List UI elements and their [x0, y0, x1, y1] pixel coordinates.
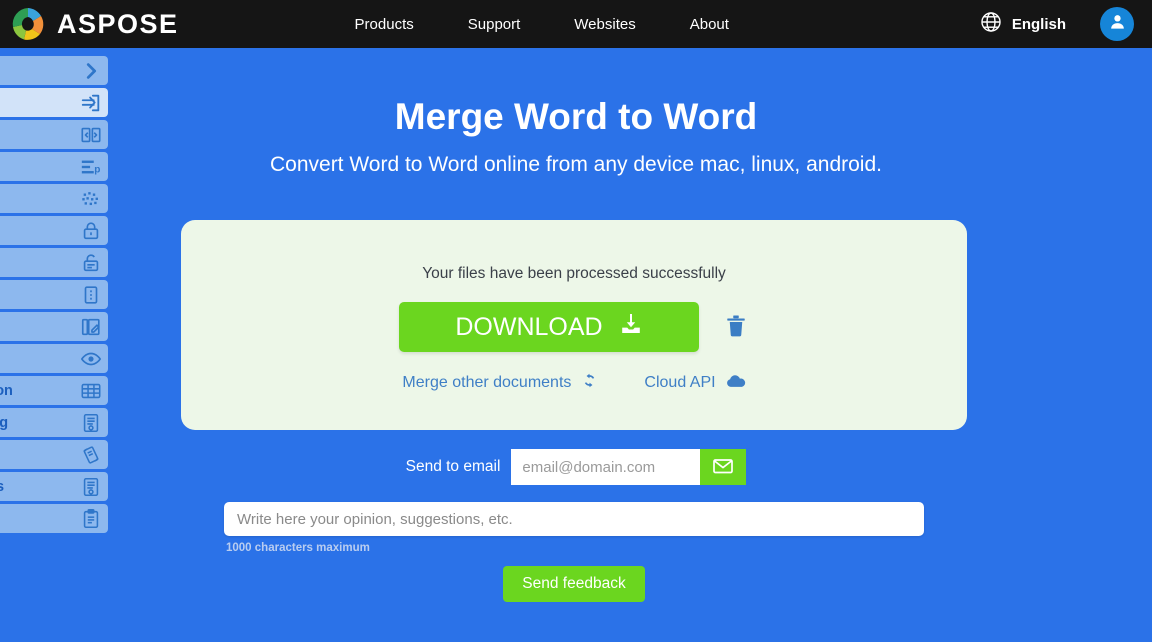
sidebar-item-text-to-pdf[interactable]: p: [0, 152, 108, 181]
main-navigation: Products Support Websites About: [355, 16, 729, 33]
brand-logo[interactable]: ASPOSE: [8, 4, 179, 44]
trash-icon: [725, 313, 747, 342]
nav-item-products[interactable]: Products: [355, 16, 414, 33]
page-numbering-icon: [80, 412, 102, 434]
sidebar-item-page-numbering[interactable]: umbering: [0, 408, 108, 437]
language-label: English: [1012, 16, 1066, 33]
hero-section: Merge Word to Word Convert Word to Word …: [0, 48, 1152, 177]
svg-text:p: p: [94, 164, 100, 175]
feedback-button-row: Send feedback: [224, 566, 924, 602]
split-document-icon: [80, 124, 102, 146]
nav-item-support[interactable]: Support: [468, 16, 521, 33]
send-to-email-label: Send to email: [406, 458, 501, 476]
edit-document-icon: [80, 316, 102, 338]
feedback-section: 1000 characters maximum Send feedback: [224, 502, 924, 602]
feedback-char-hint: 1000 characters maximum: [226, 542, 924, 554]
rotate-pages-icon: [80, 444, 102, 466]
page-subtitle: Convert Word to Word online from any dev…: [0, 153, 1152, 177]
lock-open-icon: [80, 252, 102, 274]
download-button-label: DOWNLOAD: [455, 313, 602, 342]
card-links-row: Merge other documents Cloud API: [181, 372, 967, 394]
language-selector[interactable]: English: [979, 10, 1066, 39]
send-to-email-row: Send to email: [0, 449, 1152, 485]
cloud-icon: [726, 373, 746, 394]
tools-sidebar: rsion r r p ata: [0, 56, 108, 533]
sidebar-item-edit[interactable]: [0, 312, 108, 341]
download-button[interactable]: DOWNLOAD: [399, 302, 699, 352]
merge-other-documents-link[interactable]: Merge other documents: [402, 372, 598, 394]
user-avatar-icon: [1108, 12, 1127, 36]
feedback-input[interactable]: [224, 502, 924, 536]
result-card: Your files have been processed successfu…: [181, 220, 967, 430]
brand-name: ASPOSE: [57, 11, 179, 38]
envelope-icon: [711, 454, 735, 481]
sidebar-item-merger[interactable]: r: [0, 88, 108, 117]
sidebar-item-form-filler[interactable]: Filler: [0, 504, 108, 533]
sidebar-item-label: Extraction: [0, 383, 13, 399]
delete-files-button[interactable]: [723, 312, 749, 342]
send-email-button[interactable]: [700, 449, 746, 485]
refresh-icon: [581, 372, 598, 394]
import-arrow-icon: [80, 92, 102, 114]
merge-other-documents-label: Merge other documents: [402, 374, 571, 392]
cloud-api-label: Cloud API: [644, 374, 715, 392]
sidebar-item-label: umbering: [0, 415, 8, 431]
sidebar-item-protect[interactable]: [0, 216, 108, 245]
compress-icon: [80, 284, 102, 306]
success-message: Your files have been processed successfu…: [181, 265, 967, 283]
sidebar-item-splitter[interactable]: r: [0, 120, 108, 149]
chevron-right-icon: [80, 60, 102, 82]
sidebar-item-viewer[interactable]: [0, 344, 108, 373]
scatter-data-icon: [80, 188, 102, 210]
eye-view-icon: [80, 348, 102, 370]
top-header-bar: ASPOSE Products Support Websites About E…: [0, 0, 1152, 48]
cloud-api-link[interactable]: Cloud API: [644, 373, 745, 394]
sidebar-item-extraction[interactable]: Extraction: [0, 376, 108, 405]
download-row: DOWNLOAD: [181, 302, 967, 352]
nav-item-about[interactable]: About: [690, 16, 729, 33]
sidebar-item-unlock[interactable]: k: [0, 248, 108, 277]
sidebar-item-metadata[interactable]: ata: [0, 184, 108, 213]
remove-pages-icon: [80, 476, 102, 498]
form-filler-icon: [80, 508, 102, 530]
page-title: Merge Word to Word: [0, 96, 1152, 139]
sidebar-item-conversion[interactable]: rsion: [0, 56, 108, 85]
aspose-spiral-logo-icon: [8, 4, 48, 44]
nav-item-websites[interactable]: Websites: [574, 16, 635, 33]
send-feedback-button[interactable]: Send feedback: [503, 566, 644, 602]
sidebar-item-compress[interactable]: ress: [0, 280, 108, 309]
user-avatar[interactable]: [1100, 7, 1134, 41]
table-grid-icon: [80, 380, 102, 402]
email-input[interactable]: [511, 449, 700, 485]
sidebar-item-remove-pages[interactable]: ve pages: [0, 472, 108, 501]
sidebar-item-label: ve pages: [0, 479, 4, 495]
header-right-controls: English: [979, 0, 1152, 48]
globe-icon: [979, 10, 1003, 39]
sidebar-item-rotate-pages[interactable]: [0, 440, 108, 469]
text-to-pdf-icon: p: [80, 156, 102, 178]
download-tray-icon: [619, 312, 643, 343]
lock-closed-icon: [80, 220, 102, 242]
